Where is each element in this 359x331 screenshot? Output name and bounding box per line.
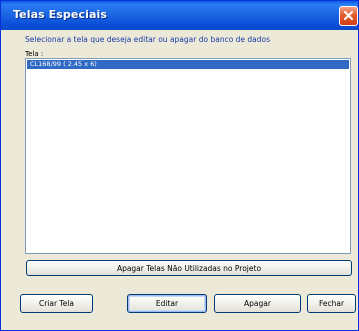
- create-screen-button[interactable]: Criar Tela: [20, 294, 93, 313]
- instruction-text: Selecionar a tela que deseja editar ou a…: [25, 35, 271, 44]
- telas-especiais-dialog: Telas Especiais Selecionar a tela que de…: [0, 0, 359, 331]
- tela-listbox[interactable]: CL168/99 ( 2.45 x 6): [25, 58, 351, 254]
- title-bar[interactable]: Telas Especiais: [1, 1, 358, 30]
- delete-unused-screens-button[interactable]: Apagar Telas Não Utilizadas no Projeto: [26, 260, 352, 276]
- delete-button[interactable]: Apagar: [214, 294, 301, 313]
- tela-label: Tela :: [25, 50, 44, 58]
- close-icon: [344, 11, 353, 20]
- window-title: Telas Especiais: [13, 8, 108, 21]
- close-window-button[interactable]: [339, 6, 358, 26]
- list-item-selected[interactable]: CL168/99 ( 2.45 x 6): [27, 60, 349, 69]
- edit-button[interactable]: Editar: [127, 294, 207, 313]
- close-button[interactable]: Fechar: [307, 294, 356, 313]
